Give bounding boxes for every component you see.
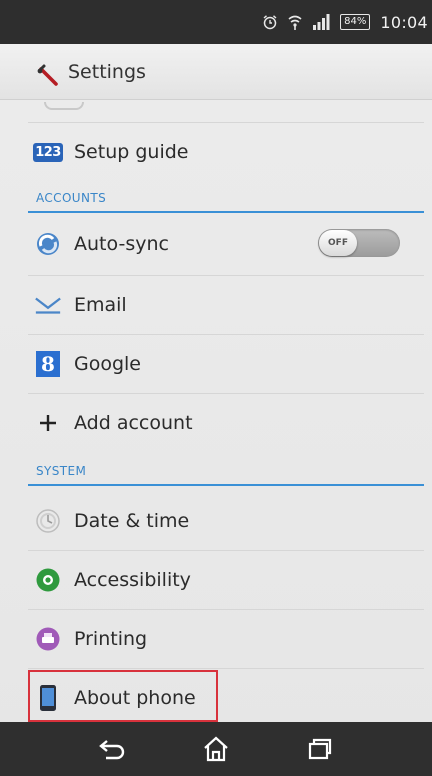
toggle-knob: OFF (319, 230, 357, 256)
date-time-label: Date & time (74, 510, 190, 532)
navigation-bar (0, 722, 432, 776)
partial-icon (44, 102, 84, 110)
section-header-system: SYSTEM (28, 458, 424, 486)
google-icon-text: 8 (36, 351, 60, 377)
email-item[interactable]: Email (28, 276, 424, 334)
section-header-accounts: ACCOUNTS (28, 185, 424, 213)
google-item[interactable]: 8 Google (28, 335, 424, 393)
accessibility-icon (34, 566, 62, 594)
phone-icon (34, 684, 62, 712)
alarm-icon (262, 14, 278, 30)
email-label: Email (74, 294, 127, 316)
printing-label: Printing (74, 628, 148, 650)
action-bar: Settings (0, 44, 432, 100)
date-time-item[interactable]: Date & time (28, 492, 424, 550)
settings-app-icon[interactable] (34, 57, 64, 87)
printing-icon (34, 625, 62, 653)
accessibility-item[interactable]: Accessibility (28, 551, 424, 609)
setup-guide-item[interactable]: 123 Setup guide (28, 123, 424, 181)
plus-icon (34, 409, 62, 437)
signal-icon (312, 14, 330, 30)
home-icon[interactable] (200, 733, 232, 765)
back-icon[interactable] (96, 733, 128, 765)
setup-guide-label: Setup guide (74, 141, 189, 163)
wifi-icon (288, 14, 302, 30)
auto-sync-toggle[interactable]: OFF (318, 229, 400, 257)
clock: 10:04 (380, 12, 428, 32)
auto-sync-item[interactable]: Auto-sync OFF (28, 215, 424, 273)
email-icon (34, 291, 62, 319)
page-title: Settings (68, 60, 146, 83)
auto-sync-label: Auto-sync (74, 233, 169, 255)
google-icon: 8 (34, 350, 62, 378)
add-account-label: Add account (74, 412, 193, 434)
add-account-item[interactable]: Add account (28, 394, 424, 452)
sync-icon (34, 230, 62, 258)
setup-guide-icon-text: 123 (33, 142, 63, 162)
about-phone-label: About phone (74, 687, 196, 709)
google-label: Google (74, 353, 142, 375)
setup-guide-icon: 123 (33, 138, 63, 166)
scrolled-row-remnant (44, 100, 124, 110)
settings-screen: 84% 10:04 Settings 123 Setup guide ACCOU… (0, 0, 432, 776)
clock-icon (34, 507, 62, 535)
accessibility-label: Accessibility (74, 569, 191, 591)
printing-item[interactable]: Printing (28, 610, 424, 668)
status-bar: 84% 10:04 (0, 0, 432, 44)
about-phone-item[interactable]: About phone (28, 669, 424, 727)
recent-apps-icon[interactable] (304, 733, 336, 765)
battery-icon: 84% (340, 14, 371, 30)
